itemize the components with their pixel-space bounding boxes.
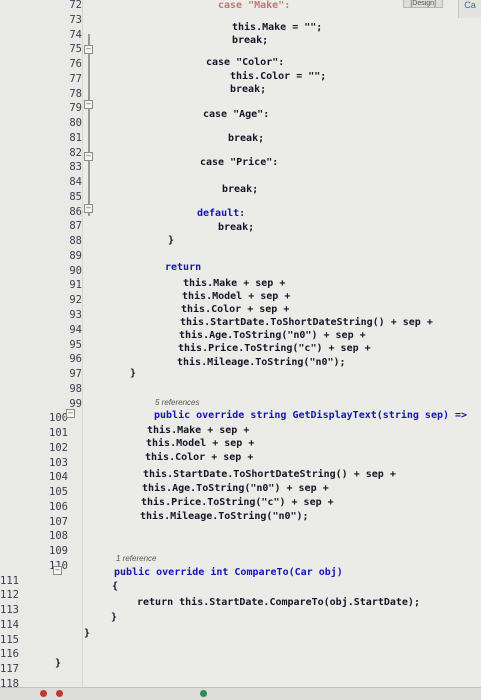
error-marker-icon[interactable] (56, 690, 63, 697)
line-number: 93 (69, 308, 82, 321)
code-line: break; (232, 35, 269, 46)
fold-toggle-icon[interactable]: − (84, 152, 93, 161)
status-marker-icon[interactable] (200, 690, 207, 697)
code-line: } (55, 658, 62, 669)
line-number: 104 (49, 471, 68, 484)
code-line: break; (222, 184, 259, 195)
code-line: public override int CompareTo(Car obj) (114, 567, 343, 578)
line-number: 98 (69, 382, 82, 395)
code-line: default: (197, 208, 246, 219)
line-number: 96 (69, 353, 82, 366)
fold-toggle-icon[interactable]: − (84, 45, 93, 54)
editor-status-strip (0, 687, 481, 700)
line-number: 99 (69, 397, 82, 410)
line-number: 82 (69, 146, 82, 159)
fold-toggle-icon[interactable]: − (84, 100, 93, 109)
line-number: 105 (49, 486, 68, 499)
corner-tab[interactable]: Ca (458, 0, 481, 18)
code-line: case "Color": (206, 57, 285, 68)
line-number: 91 (69, 279, 82, 292)
code-line: this.Age.ToString("n0") + sep + (142, 483, 329, 494)
line-number: 90 (69, 264, 82, 277)
code-line: } (111, 612, 118, 623)
code-line: case "Make": (218, 0, 291, 11)
code-line: this.Age.ToString("n0") + sep + (179, 330, 366, 341)
code-line: this.Color + sep + (145, 452, 254, 463)
fold-toggle-icon[interactable]: − (84, 204, 93, 213)
line-number: 75 (69, 43, 82, 56)
fold-guide-line (88, 34, 90, 216)
code-line: { (112, 581, 119, 592)
line-number: 89 (69, 249, 82, 262)
code-line: public override string GetDisplayText(st… (154, 410, 468, 421)
line-number: 84 (69, 176, 82, 189)
code-line: this.Model + sep + (182, 291, 291, 302)
line-number-gutter: 72 73 74 75 76 77 78 79 80 81 82 83 84 85 86 87 88 89 90 91… (0, 0, 83, 690)
line-number: 97 (69, 368, 82, 381)
design-tab[interactable]: [Design] (403, 0, 443, 8)
line-number: 72 (69, 0, 82, 11)
code-line: return (165, 262, 202, 273)
line-number: 78 (69, 87, 82, 100)
line-number: 81 (69, 131, 82, 144)
line-number: 102 (49, 441, 68, 454)
line-number: 107 (49, 515, 68, 528)
line-number: 79 (69, 102, 82, 115)
line-number: 80 (69, 117, 82, 130)
code-line: break; (228, 133, 265, 144)
fold-toggle-icon[interactable]: − (53, 566, 62, 575)
error-marker-icon[interactable] (40, 690, 47, 697)
line-number: 116 (0, 648, 19, 661)
line-number: 117 (0, 663, 19, 676)
line-number: 101 (49, 427, 68, 440)
code-line: this.Color + sep + (181, 304, 290, 315)
code-line: break; (218, 222, 255, 233)
code-line: this.Make + sep + (183, 278, 286, 289)
code-line: this.StartDate.ToShortDateString() + sep… (143, 469, 396, 480)
line-number: 87 (69, 220, 82, 233)
line-number: 106 (49, 500, 68, 513)
line-number: 86 (69, 205, 82, 218)
line-number: 88 (69, 235, 82, 248)
code-line: } (168, 235, 175, 246)
line-number: 103 (49, 456, 68, 469)
line-number: 92 (69, 294, 82, 307)
line-number: 95 (69, 338, 82, 351)
code-line: this.Mileage.ToString("n0"); (177, 357, 346, 368)
line-number: 113 (0, 604, 19, 617)
line-number: 114 (0, 618, 19, 631)
code-line: } (130, 368, 137, 379)
line-number: 77 (69, 72, 82, 85)
line-number: 108 (49, 530, 68, 543)
line-number: 94 (69, 323, 82, 336)
code-line: this.Make + sep + (147, 425, 250, 436)
code-line: this.StartDate.ToShortDateString() + sep… (180, 317, 433, 328)
line-number: 109 (49, 545, 68, 558)
code-line: break; (230, 84, 267, 95)
code-line: case "Age": (203, 109, 270, 120)
code-line: this.Color = ""; (230, 71, 327, 82)
codelens-references[interactable]: 5 references (155, 398, 199, 407)
line-number: 85 (69, 190, 82, 203)
code-line: this.Price.ToString("c") + sep + (141, 497, 334, 508)
line-number: 83 (69, 161, 82, 174)
code-line: this.Price.ToString("c") + sep + (178, 343, 371, 354)
code-line: case "Price": (200, 157, 279, 168)
line-number: 76 (69, 58, 82, 71)
line-number: 73 (69, 13, 82, 26)
code-line: } (84, 628, 91, 639)
line-number: 100 (49, 412, 68, 425)
line-number: 111 (0, 574, 19, 587)
fold-toggle-icon[interactable]: − (66, 409, 75, 418)
code-line: this.Make = ""; (232, 22, 323, 33)
code-line: this.Model + sep + (146, 438, 255, 449)
code-line: return this.StartDate.CompareTo(obj.Star… (137, 597, 420, 608)
code-line: this.Mileage.ToString("n0"); (140, 511, 309, 522)
codelens-references[interactable]: 1 reference (116, 554, 156, 563)
line-number: 115 (0, 633, 19, 646)
line-number: 74 (69, 28, 82, 41)
line-number: 112 (0, 589, 19, 602)
